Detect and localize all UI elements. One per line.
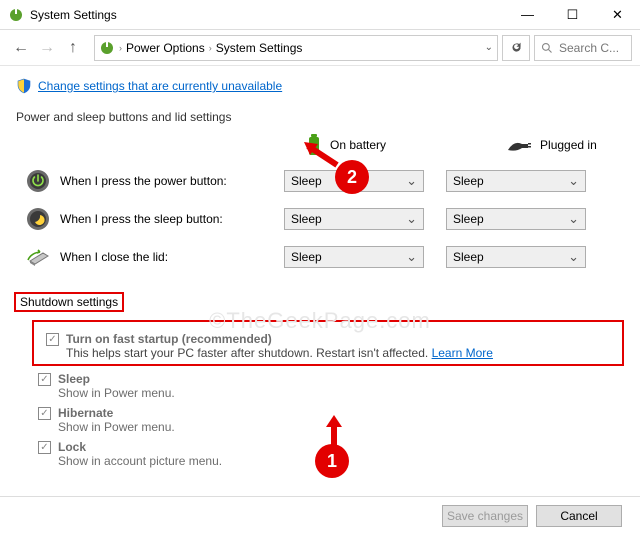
power-options-icon	[99, 40, 115, 56]
callout-1: 1	[315, 444, 349, 478]
refresh-button[interactable]	[502, 35, 530, 61]
change-settings-link[interactable]: Change settings that are currently unava…	[38, 79, 282, 93]
content-pane: ©TheGeekPage.com Change settings that ar…	[0, 66, 640, 498]
power-plugged-select[interactable]: Sleep	[446, 170, 586, 192]
row-sleep-label: When I press the sleep button:	[60, 212, 284, 226]
sleep-check-description: Show in Power menu.	[58, 386, 175, 400]
row-sleep-button: When I press the sleep button: Sleep Sle…	[16, 202, 624, 236]
window-controls: — ☐ ✕	[505, 0, 640, 30]
column-plugged-label: Plugged in	[540, 138, 597, 152]
refresh-icon	[510, 41, 523, 54]
sleep-battery-select[interactable]: Sleep	[284, 208, 424, 230]
shutdown-heading: Shutdown settings	[14, 292, 124, 312]
row-lid: When I close the lid: Sleep Sleep	[16, 240, 624, 274]
search-icon	[541, 42, 553, 54]
breadcrumb-system-settings[interactable]: System Settings	[216, 41, 303, 55]
laptop-lid-icon	[26, 245, 50, 269]
hibernate-check-description: Show in Power menu.	[58, 420, 175, 434]
callout-2: 2	[335, 160, 369, 194]
search-placeholder: Search C...	[559, 41, 619, 55]
change-settings-row: Change settings that are currently unava…	[16, 78, 624, 94]
lid-battery-select[interactable]: Sleep	[284, 246, 424, 268]
chevron-down-icon[interactable]: ⌄	[485, 42, 493, 53]
fast-startup-highlight: Turn on fast startup (recommended) This …	[32, 320, 624, 366]
lock-check-label: Lock	[58, 440, 222, 454]
plug-icon	[506, 138, 532, 152]
breadcrumb-power-options[interactable]: Power Options	[126, 41, 205, 55]
titlebar: System Settings — ☐ ✕	[0, 0, 640, 30]
search-input[interactable]: Search C...	[534, 35, 632, 61]
minimize-button[interactable]: —	[505, 0, 550, 30]
sleep-button-icon	[26, 207, 50, 231]
forward-button[interactable]: →	[34, 35, 60, 61]
cancel-button[interactable]: Cancel	[536, 505, 622, 527]
shield-icon	[16, 78, 32, 94]
lock-checkbox[interactable]	[38, 441, 51, 454]
footer-buttons: Save changes Cancel	[0, 496, 640, 534]
back-button[interactable]: ←	[8, 35, 34, 61]
save-button[interactable]: Save changes	[442, 505, 528, 527]
sleep-plugged-select[interactable]: Sleep	[446, 208, 586, 230]
row-lid-label: When I close the lid:	[60, 250, 284, 264]
section-heading: Power and sleep buttons and lid settings	[16, 110, 624, 124]
fast-startup-label: Turn on fast startup (recommended)	[66, 332, 493, 346]
sleep-check-label: Sleep	[58, 372, 175, 386]
up-button[interactable]: ↑	[60, 35, 86, 61]
chevron-right-icon: ›	[119, 43, 122, 53]
callout-2-arrow	[302, 140, 342, 170]
nav-toolbar: ← → ↑ › Power Options › System Settings …	[0, 30, 640, 66]
power-options-icon	[8, 7, 24, 23]
fast-startup-checkbox[interactable]	[46, 333, 59, 346]
window-title: System Settings	[30, 8, 117, 22]
row-power-label: When I press the power button:	[60, 174, 284, 188]
hibernate-checkbox[interactable]	[38, 407, 51, 420]
maximize-button[interactable]: ☐	[550, 0, 595, 30]
learn-more-link[interactable]: Learn More	[432, 346, 493, 360]
sleep-checkbox[interactable]	[38, 373, 51, 386]
close-button[interactable]: ✕	[595, 0, 640, 30]
lid-plugged-select[interactable]: Sleep	[446, 246, 586, 268]
breadcrumb[interactable]: › Power Options › System Settings ⌄	[94, 35, 498, 61]
chevron-right-icon: ›	[209, 43, 212, 53]
power-button-icon	[26, 169, 50, 193]
lock-check-description: Show in account picture menu.	[58, 454, 222, 468]
hibernate-check-label: Hibernate	[58, 406, 175, 420]
fast-startup-description: This helps start your PC faster after sh…	[66, 346, 493, 360]
